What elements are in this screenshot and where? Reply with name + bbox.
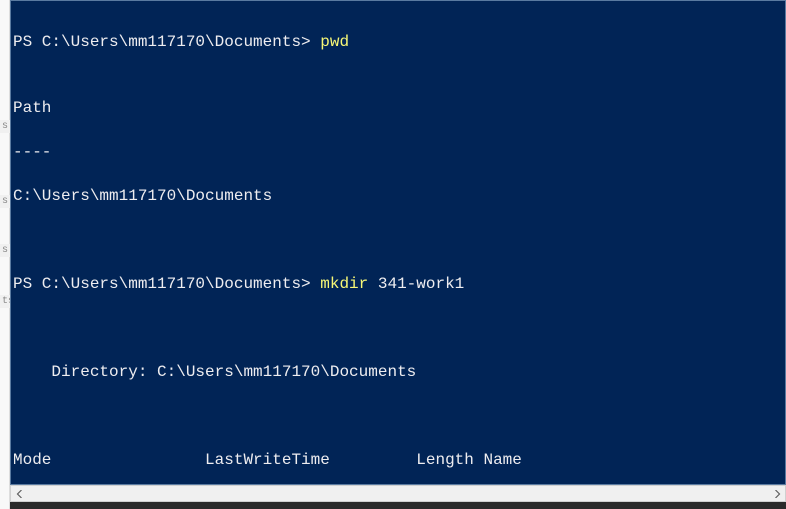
scroll-right-arrow-icon[interactable] xyxy=(768,486,785,501)
terminal-output: PS C:\Users\mm117170\Documents> pwd Path… xyxy=(11,1,785,485)
prompt: PS C:\Users\mm117170\Documents> xyxy=(13,275,320,293)
command-arg: 341-work1 xyxy=(368,275,464,293)
editor-left-gutter: s s s ts xyxy=(0,0,10,509)
scroll-track[interactable] xyxy=(28,486,768,501)
output-divider: ---- xyxy=(11,141,785,163)
bottom-border xyxy=(10,502,786,509)
output-header: Path xyxy=(11,97,785,119)
command-pwd: pwd xyxy=(320,33,349,51)
scroll-left-arrow-icon[interactable] xyxy=(11,486,28,501)
gutter-mark: s xyxy=(0,120,10,133)
table-header: Mode LastWriteTime Length Name xyxy=(11,449,785,471)
directory-line: Directory: C:\Users\mm117170\Documents xyxy=(11,361,785,383)
gutter-mark: s xyxy=(0,195,10,208)
command-mkdir: mkdir xyxy=(320,275,368,293)
prompt: PS C:\Users\mm117170\Documents> xyxy=(13,33,320,51)
output-path: C:\Users\mm117170\Documents xyxy=(11,185,785,207)
powershell-terminal[interactable]: PS C:\Users\mm117170\Documents> pwd Path… xyxy=(10,0,786,485)
gutter-mark: s xyxy=(0,244,10,257)
prompt-line: PS C:\Users\mm117170\Documents> pwd xyxy=(11,31,785,53)
prompt-line: PS C:\Users\mm117170\Documents> mkdir 34… xyxy=(11,273,785,295)
horizontal-scrollbar[interactable] xyxy=(10,485,786,502)
